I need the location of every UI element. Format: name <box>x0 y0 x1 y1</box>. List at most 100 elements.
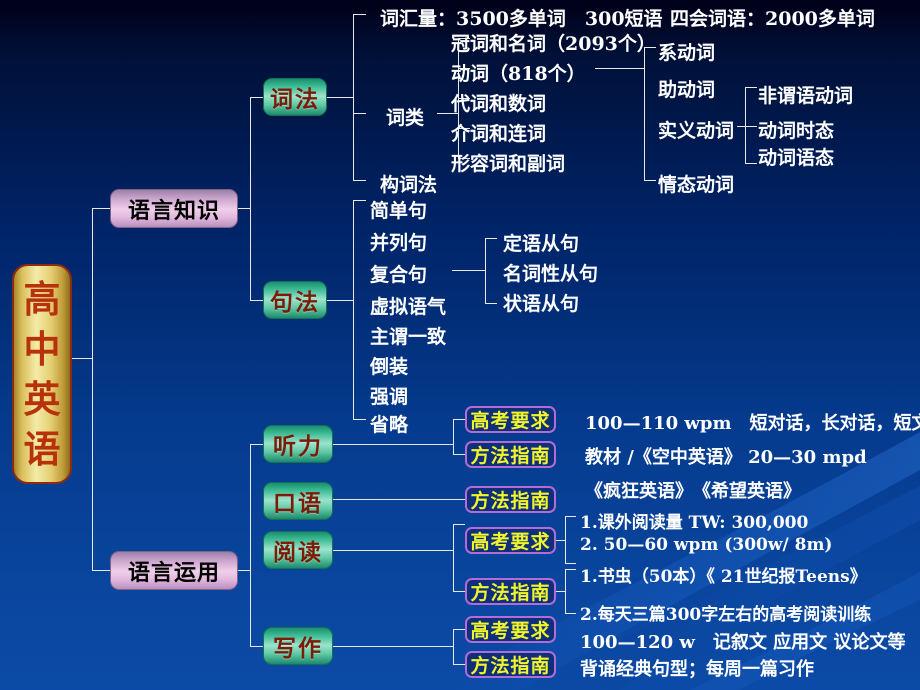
text-word-formation: 构词法 <box>380 174 438 196</box>
tag-label: 高考要求 <box>470 620 551 642</box>
text-syntax-agreement: 主谓一致 <box>370 326 447 348</box>
connector-verb-stub <box>595 68 645 69</box>
connector-root-to-knowledge <box>92 208 111 209</box>
text-reading-guide-line1: 1.书虫（50本）《 21世纪报Teens》 <box>580 567 867 587</box>
connector-syntax-spine <box>353 200 354 419</box>
tag-label: 方法指南 <box>470 490 551 512</box>
node-skill-speaking[interactable]: 口语 <box>263 482 333 520</box>
text-clause-adverbial: 状语从句 <box>503 293 580 315</box>
text-reading-req-line2: 2. 50—60 wpm (300w/ 8m) <box>580 535 833 555</box>
connector-complex-stub <box>452 270 486 271</box>
connector-notional-to-tense <box>745 126 757 127</box>
connector-usage-to-writing <box>250 646 264 647</box>
text-reading-guide-line2: 2.每天三篇300字左右的高考阅读训练 <box>580 605 872 625</box>
tag-reading-method-guide[interactable]: 方法指南 <box>465 578 556 605</box>
text-syntax-inversion: 倒装 <box>370 356 409 378</box>
node-label-listening: 听力 <box>273 433 323 460</box>
node-skill-writing[interactable]: 写作 <box>263 627 333 665</box>
tag-speaking-method-guide[interactable]: 方法指南 <box>465 486 556 513</box>
connector-listening-to-req <box>453 419 465 420</box>
connector-morphology-to-wordclass <box>353 113 366 114</box>
connector-notional-spine <box>745 87 746 163</box>
node-label-writing: 写作 <box>273 635 323 662</box>
text-speaking-method: 《疯狂英语》 《希望英语》 <box>585 481 801 502</box>
connector-writing-to-req <box>453 629 465 630</box>
tag-label: 方法指南 <box>470 655 551 677</box>
tag-reading-exam-requirement[interactable]: 高考要求 <box>465 527 556 554</box>
text-listening-requirement: 100—110 wpm 短对话，长对话，短文 <box>585 413 920 434</box>
connector-notional-to-voice <box>745 163 757 164</box>
root-char-2: 中 <box>23 327 61 371</box>
connector-morphology-stub <box>327 97 354 98</box>
node-morphology[interactable]: 词法 <box>263 78 327 116</box>
connector-writing-to-guide <box>453 664 465 665</box>
text-listening-method: 教材 /《空中英语》 20—30 mpd <box>585 447 867 468</box>
node-label-syntax: 句法 <box>270 289 320 316</box>
tag-writing-exam-requirement[interactable]: 高考要求 <box>465 616 556 643</box>
connector-reading-guide-spine <box>565 569 566 614</box>
text-syntax-complex: 复合句 <box>370 264 428 286</box>
connector-reading-stub <box>333 550 453 551</box>
branch-node-language-usage[interactable]: 语言运用 <box>110 551 238 590</box>
root-node-senior-english[interactable]: 高 中 英 语 <box>12 264 72 484</box>
connector-reading-req-line2 <box>565 563 576 564</box>
connector-root-stub <box>72 358 93 359</box>
text-vocabulary-amount: 词汇量：3500多单词 300短语 <box>380 8 663 30</box>
node-syntax[interactable]: 句法 <box>263 281 327 319</box>
root-char-1: 高 <box>23 277 61 321</box>
connector-reading-req-spine <box>565 516 566 564</box>
connector-syntax-to-first <box>353 200 366 201</box>
tag-label: 方法指南 <box>470 445 551 467</box>
mindmap-slide: 高 中 英 语 语言知识 词法 词汇量：3500多单词 300短语 四会词语：2… <box>0 0 920 690</box>
node-label-morphology: 词法 <box>270 86 320 113</box>
connector-reading-to-guide <box>453 591 465 592</box>
connector-verbtypes-to-linking <box>644 47 656 48</box>
text-clause-nominal: 名词性从句 <box>503 263 599 285</box>
text-wordclass-verb: 动词（818个） <box>451 63 586 85</box>
connector-clauses-to-attributive <box>485 238 497 239</box>
connector-morphology-to-wordformation <box>353 180 366 181</box>
text-nonfinite-verb: 非谓语动词 <box>758 85 854 107</box>
tag-label: 高考要求 <box>470 410 551 432</box>
node-label-reading: 阅读 <box>273 539 323 566</box>
node-label-speaking: 口语 <box>273 490 323 517</box>
connector-reading-to-req <box>453 524 465 525</box>
connector-listening-spine <box>453 419 454 454</box>
tag-listening-method-guide[interactable]: 方法指南 <box>465 441 556 468</box>
text-verb-voice: 动词语态 <box>758 147 835 169</box>
text-verbtype-notional: 实义动词 <box>658 120 735 142</box>
connector-morphology-spine <box>353 14 354 180</box>
text-wordclass-article-noun: 冠词和名词（2093个） <box>451 33 656 55</box>
connector-reading-guide-line2 <box>565 613 576 614</box>
text-syntax-compound: 并列句 <box>370 232 428 254</box>
node-skill-listening[interactable]: 听力 <box>263 425 333 463</box>
text-verb-tense: 动词时态 <box>758 120 835 142</box>
text-wordclass-label: 词类 <box>386 107 425 129</box>
connector-reading-spine <box>453 524 454 591</box>
root-char-4: 语 <box>23 427 61 471</box>
branch-label-language-knowledge: 语言知识 <box>127 197 220 224</box>
tag-label: 高考要求 <box>470 531 551 553</box>
text-wordclass-adj-adv: 形容词和副词 <box>451 153 566 175</box>
connector-verbtypes-to-modal <box>644 180 656 181</box>
tag-listening-exam-requirement[interactable]: 高考要求 <box>465 406 556 433</box>
node-skill-reading[interactable]: 阅读 <box>263 531 333 569</box>
connector-morphology-to-vocabulary <box>353 14 366 15</box>
text-verbtype-auxiliary: 助动词 <box>658 79 716 101</box>
root-char-3: 英 <box>23 377 61 421</box>
connector-writing-stub <box>333 646 453 647</box>
text-four-skills-words: 四会词语：2000多单词 <box>670 8 875 30</box>
branch-node-language-knowledge[interactable]: 语言知识 <box>110 189 238 228</box>
text-verbtype-linking: 系动词 <box>658 42 716 64</box>
connector-clauses-spine <box>485 238 486 304</box>
text-clause-attributive: 定语从句 <box>503 233 580 255</box>
connector-usage-to-listening <box>250 444 264 445</box>
connector-notional-to-nonfinite <box>745 87 757 88</box>
text-wordclass-prep-conj: 介词和连词 <box>451 123 547 145</box>
connector-syntax-stub <box>327 300 354 301</box>
tag-writing-method-guide[interactable]: 方法指南 <box>465 651 556 678</box>
connector-knowledge-spine <box>250 97 251 301</box>
text-syntax-simple: 简单句 <box>370 200 428 222</box>
text-syntax-ellipsis: 省略 <box>370 414 409 436</box>
text-syntax-subjunctive: 虚拟语气 <box>370 296 447 318</box>
